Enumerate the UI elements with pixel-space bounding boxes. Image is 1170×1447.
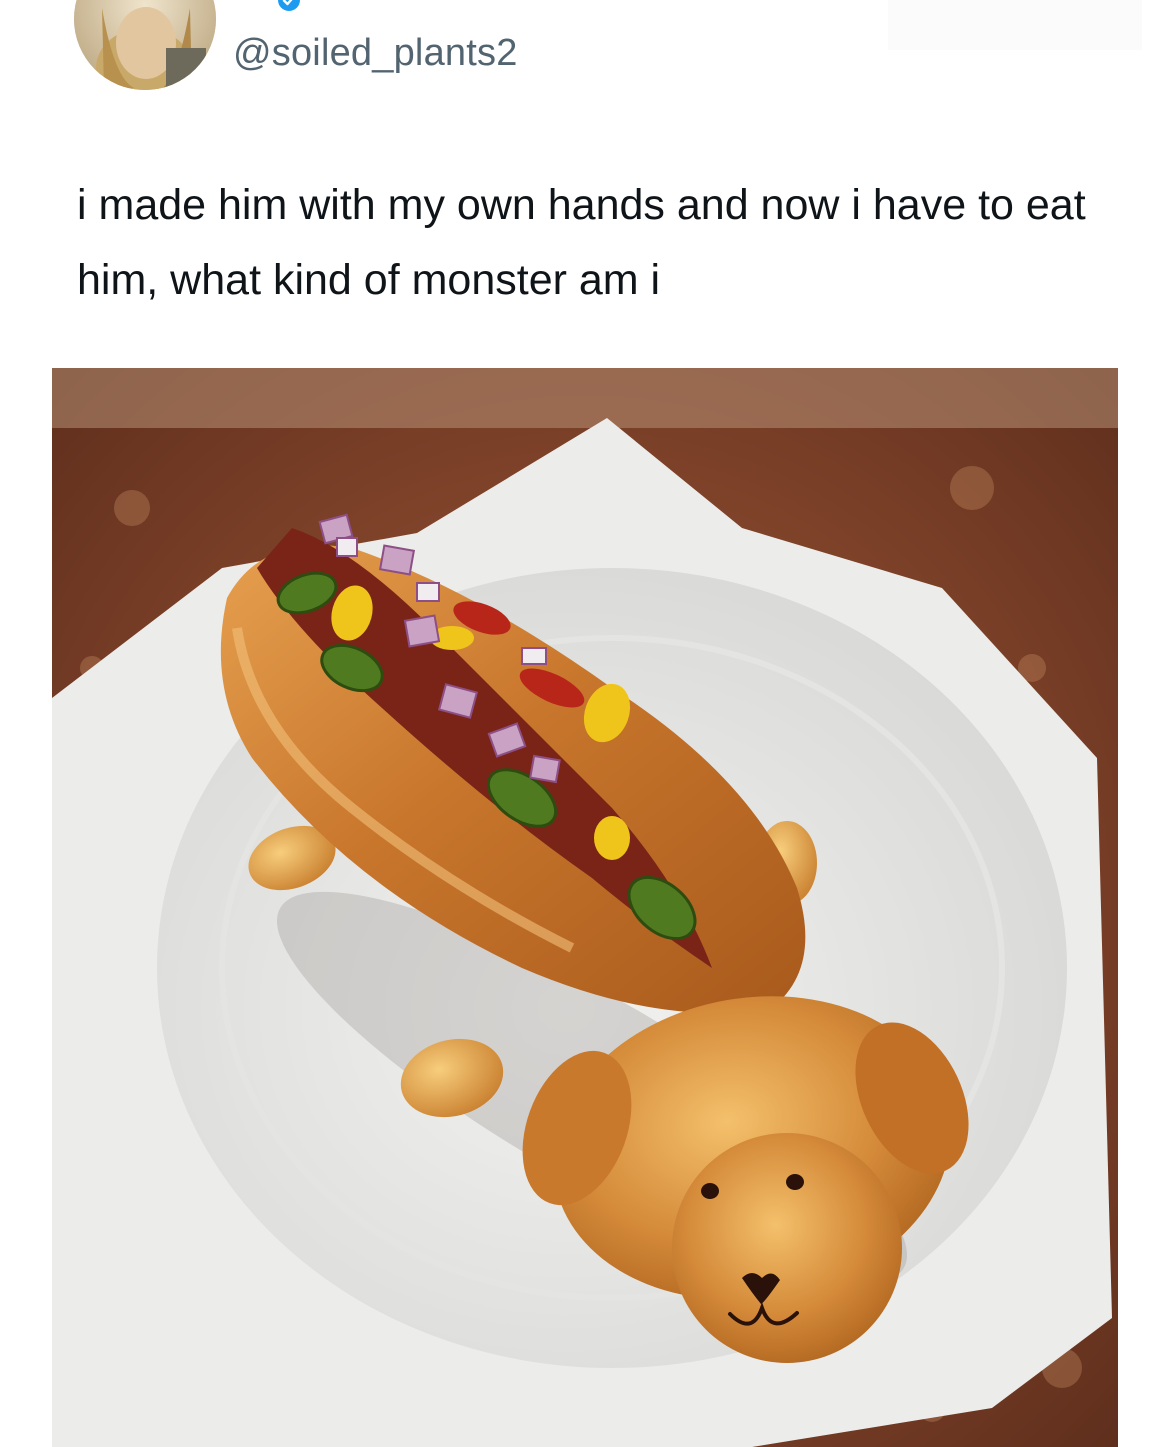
tweet-photo[interactable]: [52, 368, 1118, 1447]
tweet-text: i made him with my own hands and now i h…: [77, 181, 1086, 304]
user-handle[interactable]: @soiled_plants2: [233, 32, 518, 75]
avatar[interactable]: [74, 0, 216, 90]
header-right-area: [888, 0, 1142, 50]
verified-badge-icon: [278, 0, 300, 11]
tweet-header: @soiled_plants2: [0, 0, 1170, 120]
